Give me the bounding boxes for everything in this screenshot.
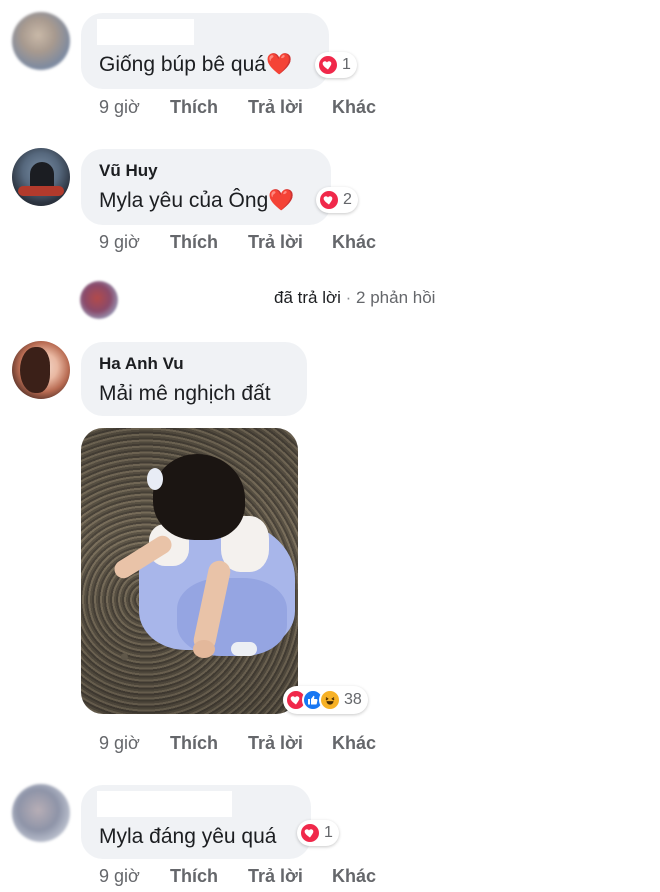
avatar[interactable]: [12, 784, 70, 842]
comment-photo[interactable]: [81, 428, 298, 714]
comment-text: Myla đáng yêu quá: [99, 825, 277, 848]
comment-bubble: Myla đáng yêu quá: [81, 785, 311, 859]
timestamp[interactable]: 9 giờ: [99, 733, 170, 754]
reply-button[interactable]: Trả lời: [248, 232, 332, 253]
reaction-count: 2: [343, 191, 352, 208]
comment-text: Myla yêu của Ông❤️: [99, 189, 295, 212]
reply-button[interactable]: Trả lời: [248, 866, 332, 887]
timestamp[interactable]: 9 giờ: [99, 866, 170, 887]
reaction-summary[interactable]: 38: [283, 686, 368, 714]
comment-bubble: Ha Anh Vu Mải mê nghịch đất: [81, 342, 307, 416]
comment-text: Mải mê nghịch đất: [99, 382, 271, 405]
reply-button[interactable]: Trả lời: [248, 733, 332, 754]
separator: ·: [345, 288, 352, 307]
reaction-summary[interactable]: 2: [316, 187, 358, 213]
heart-icon: [318, 189, 340, 211]
reaction-summary[interactable]: 1: [315, 52, 357, 78]
avatar[interactable]: [12, 12, 70, 70]
reply-count: 2 phản hồi: [356, 288, 436, 307]
redacted-name-box: [97, 791, 232, 817]
like-button[interactable]: Thích: [170, 866, 248, 887]
avatar[interactable]: [12, 148, 70, 206]
reaction-count: 1: [324, 824, 333, 841]
redacted-name-box: [97, 19, 194, 45]
reply-avatar[interactable]: [80, 281, 118, 319]
comment-actions: 9 giờ Thích Trả lời Khác: [99, 733, 376, 754]
like-button[interactable]: Thích: [170, 733, 248, 754]
timestamp[interactable]: 9 giờ: [99, 97, 170, 118]
like-button[interactable]: Thích: [170, 232, 248, 253]
view-replies-link[interactable]: đã trả lời · 2 phản hồi: [274, 288, 435, 308]
comment-bubble: Vũ Huy Myla yêu của Ông❤️: [81, 149, 331, 225]
comment-bubble: Giống búp bê quá❤️: [81, 13, 329, 89]
reply-button[interactable]: Trả lời: [248, 97, 332, 118]
more-button[interactable]: Khác: [332, 232, 376, 253]
comment-actions: 9 giờ Thích Trả lời Khác: [99, 97, 376, 118]
laughing-face-icon: [319, 689, 341, 711]
heart-icon: [299, 822, 321, 844]
reaction-count: 38: [344, 691, 362, 708]
comment-text: Giống búp bê quá❤️: [99, 53, 293, 76]
comment-actions: 9 giờ Thích Trả lời Khác: [99, 232, 376, 253]
heart-icon: [317, 54, 339, 76]
comment-author[interactable]: Vũ Huy: [99, 161, 158, 181]
timestamp[interactable]: 9 giờ: [99, 232, 170, 253]
comment-actions: 9 giờ Thích Trả lời Khác: [99, 866, 376, 887]
replied-label: đã trả lời: [274, 288, 341, 307]
more-button[interactable]: Khác: [332, 97, 376, 118]
more-button[interactable]: Khác: [332, 866, 376, 887]
reaction-count: 1: [342, 56, 351, 73]
comment-author[interactable]: Ha Anh Vu: [99, 354, 184, 374]
like-button[interactable]: Thích: [170, 97, 248, 118]
reaction-summary[interactable]: 1: [297, 820, 339, 846]
avatar[interactable]: [12, 341, 70, 399]
more-button[interactable]: Khác: [332, 733, 376, 754]
